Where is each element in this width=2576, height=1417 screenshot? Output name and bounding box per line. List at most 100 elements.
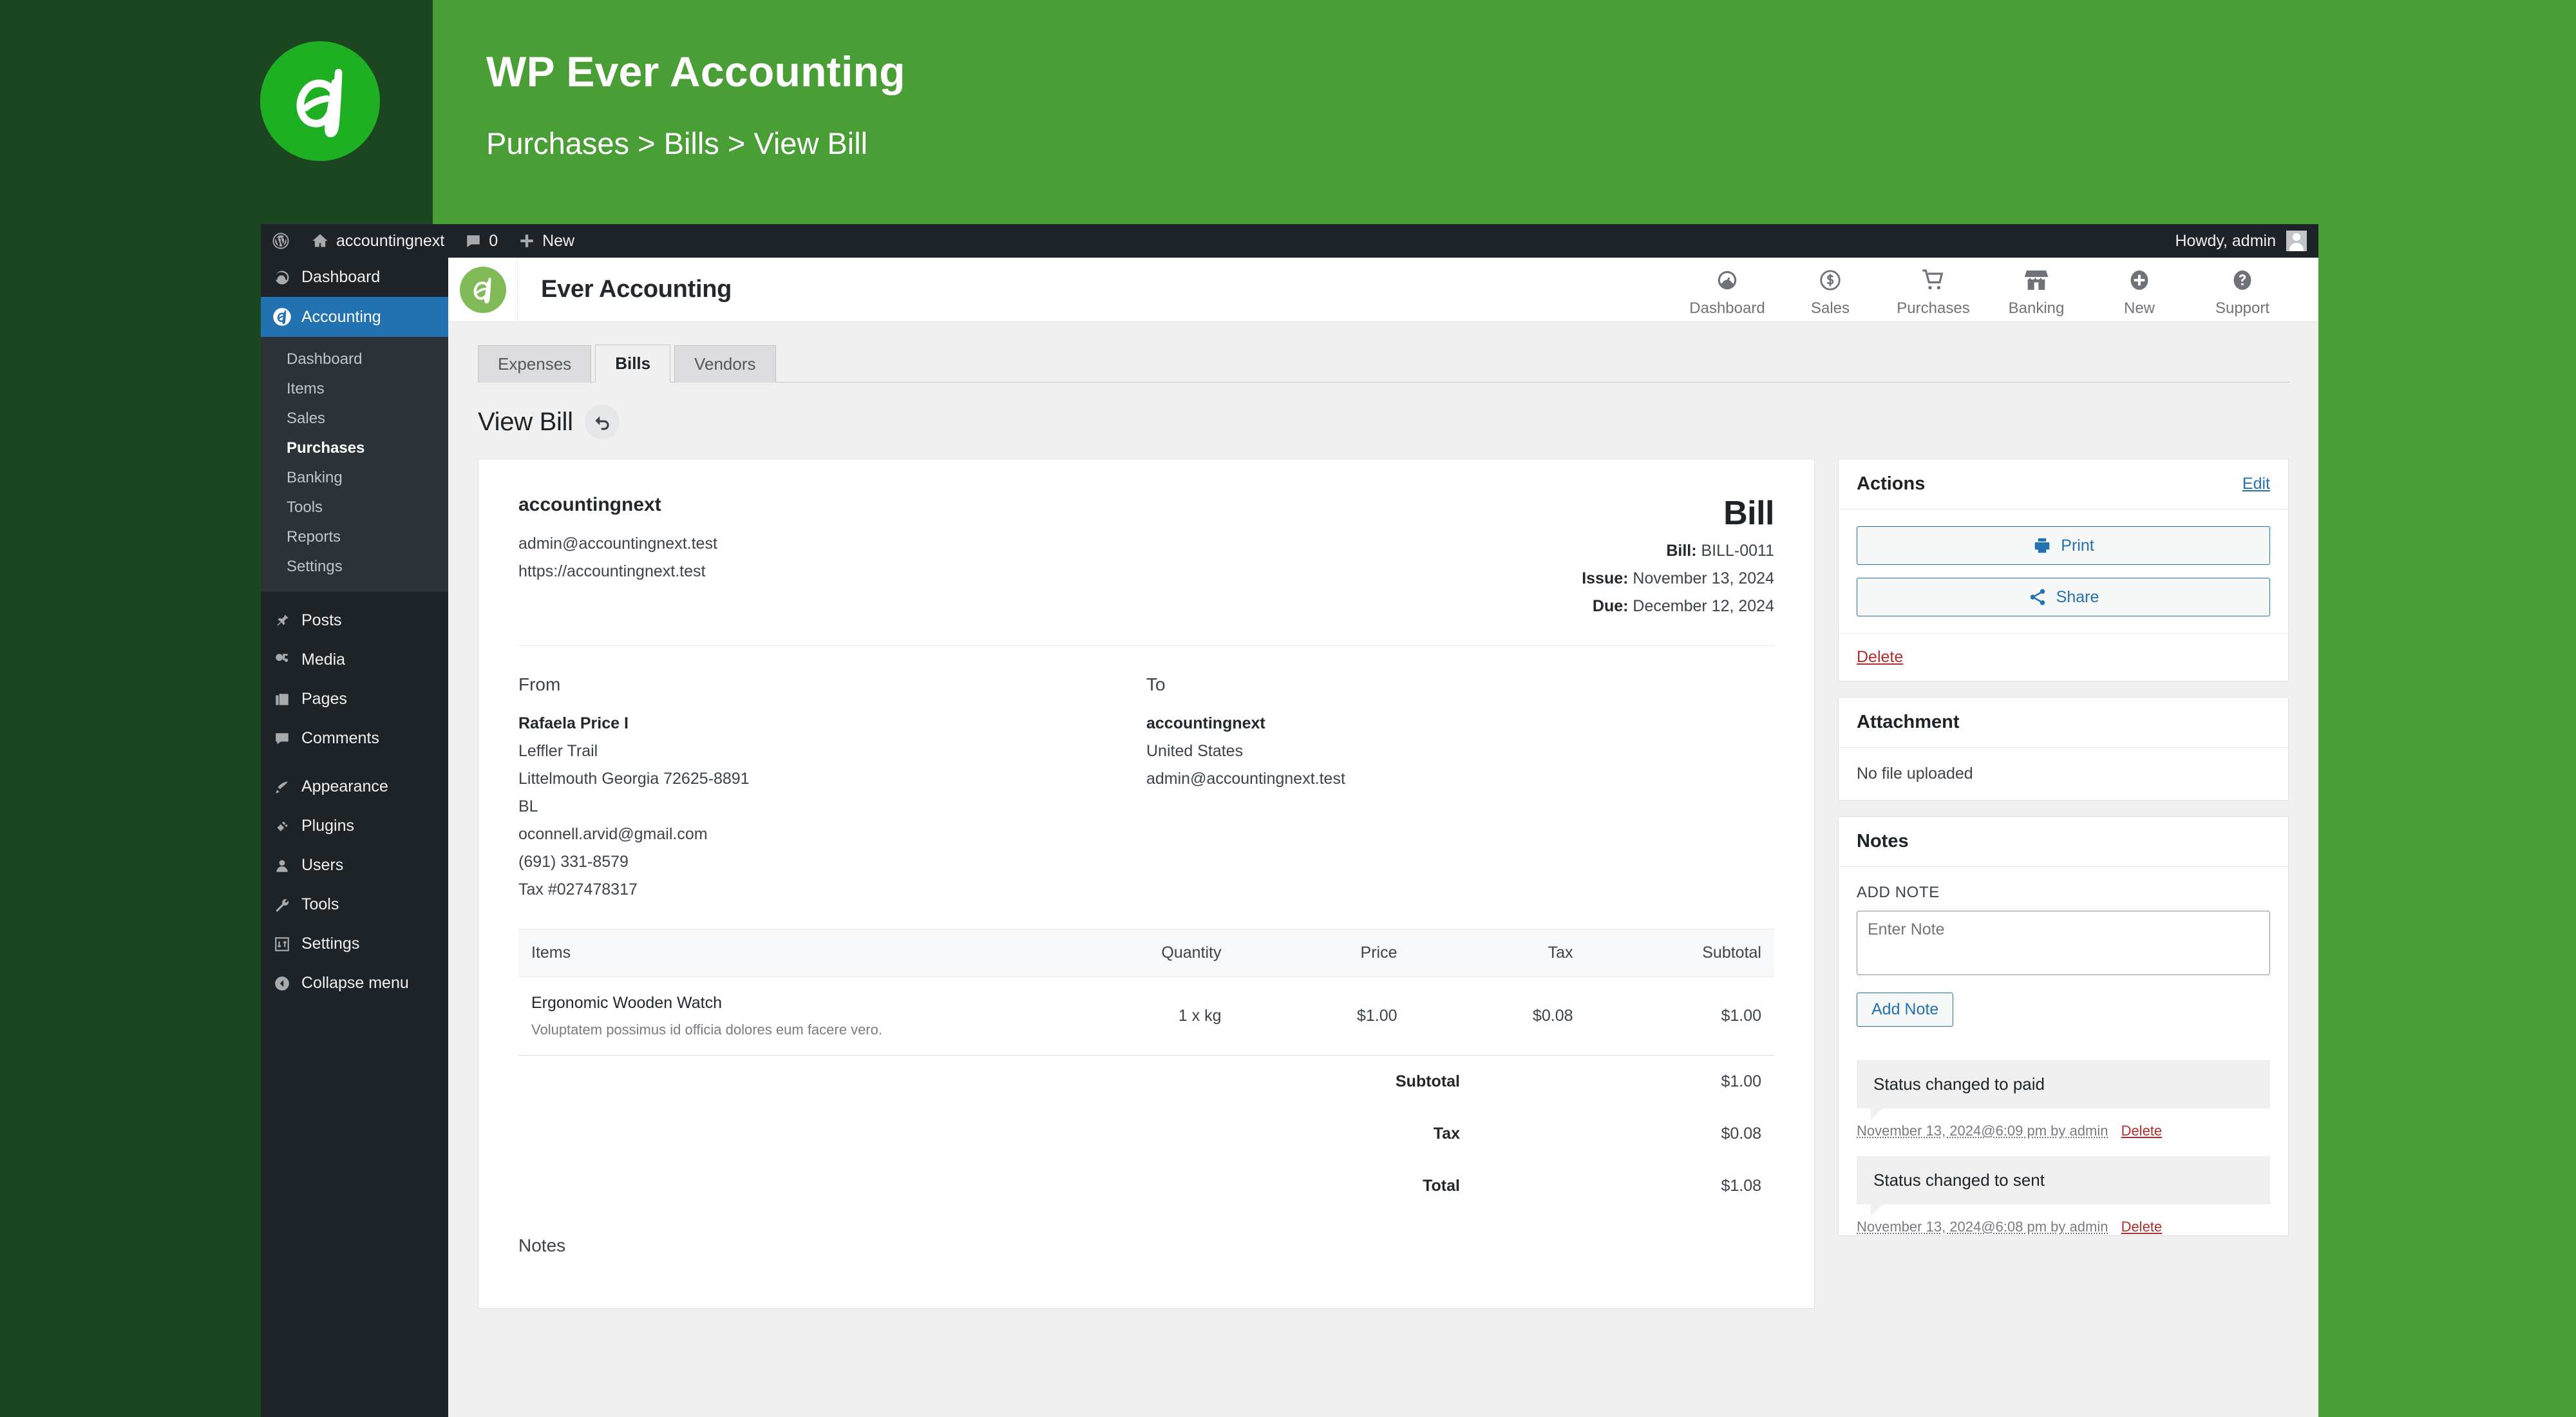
edit-link[interactable]: Edit	[2242, 475, 2270, 493]
sidebar-item-label: Media	[301, 651, 346, 669]
back-button[interactable]	[584, 404, 620, 439]
bill-org-block: accountingnext admin@accountingnext.test…	[518, 494, 717, 585]
totals-label: Subtotal	[1396, 1072, 1460, 1090]
sidebar-item-label: Pages	[301, 690, 347, 708]
sidebar-item-collapse-menu[interactable]: Collapse menu	[261, 964, 448, 1003]
sidebar-item-users[interactable]: Users	[261, 846, 448, 885]
bill-org-lines: admin@accountingnext.test https://accoun…	[518, 530, 717, 585]
ea-nav-sales[interactable]: Sales	[1779, 262, 1882, 318]
ea-nav-support[interactable]: Support	[2191, 262, 2294, 318]
share-button[interactable]: Share	[1857, 578, 2270, 616]
from-line: Littelmouth Georgia 72625-8891	[518, 770, 750, 788]
ever-accounting-icon	[272, 307, 292, 327]
note-list-item: Status changed to paid November 13, 2024…	[1839, 1060, 2288, 1139]
sidebar-item-accounting[interactable]: Accounting	[261, 297, 459, 337]
submenu-item-tools[interactable]: Tools	[261, 493, 448, 522]
ea-nav-banking[interactable]: Banking	[1985, 262, 2088, 318]
totals-row-subtotal: Subtotal $1.00	[518, 1056, 1774, 1108]
table-header: Items Quantity Price Tax Subtotal	[518, 929, 1774, 977]
col-quantity: Quantity	[1046, 929, 1235, 977]
tab-bills[interactable]: Bills	[595, 345, 671, 383]
page-title-ever-accounting: Ever Accounting	[541, 276, 732, 303]
actions-panel-header: Actions Edit	[1839, 459, 2288, 509]
wp-logo-button[interactable]	[261, 224, 301, 258]
dollar-coin-icon	[1818, 266, 1842, 294]
totals-row-total: Total $1.08	[518, 1160, 1774, 1212]
add-note-button[interactable]: Add Note	[1857, 993, 1954, 1027]
sidebar-item-label: Plugins	[301, 817, 354, 835]
sidebar-item-comments[interactable]: Comments	[261, 719, 448, 758]
note-input[interactable]	[1857, 911, 2270, 975]
howdy-account-button[interactable]: Howdy, admin	[2175, 231, 2318, 251]
sidebar-item-tools[interactable]: Tools	[261, 885, 448, 924]
submenu-item-settings[interactable]: Settings	[261, 552, 448, 582]
submenu-item-banking[interactable]: Banking	[261, 463, 448, 493]
delete-bill-link[interactable]: Delete	[1857, 648, 1903, 666]
ea-nav-label: Purchases	[1897, 299, 1970, 317]
sidebar-item-media[interactable]: Media	[261, 640, 448, 680]
sidebar-item-settings[interactable]: Settings	[261, 924, 448, 964]
bill-issue-value: November 13, 2024	[1633, 569, 1774, 587]
bill-due-line: Due: December 12, 2024	[1582, 597, 1774, 616]
ever-accounting-logo-icon	[459, 266, 506, 313]
tab-expenses[interactable]: Expenses	[478, 345, 592, 383]
to-heading: To	[1146, 674, 1166, 694]
submenu-item-items[interactable]: Items	[261, 374, 448, 404]
sidebar-separator	[261, 592, 448, 601]
note-meta: November 13, 2024@6:08 pm by admin	[1857, 1219, 2108, 1235]
from-line: Tax #027478317	[518, 880, 638, 899]
bill-items-table: Items Quantity Price Tax Subtotal Ergono…	[518, 929, 1774, 1055]
actions-panel-body: Print Share	[1839, 509, 2288, 633]
submenu-item-purchases[interactable]: Purchases	[261, 433, 448, 463]
new-content-button[interactable]: New	[508, 224, 585, 258]
totals-value: $0.08	[1721, 1125, 1761, 1143]
notes-panel: Notes ADD NOTE Add Note Status changed t…	[1838, 816, 2289, 1236]
submenu-item-reports[interactable]: Reports	[261, 522, 448, 552]
bill-org-url: https://accountingnext.test	[518, 562, 706, 580]
actions-panel-footer: Delete	[1839, 633, 2288, 681]
submenu-item-dashboard[interactable]: Dashboard	[261, 345, 448, 374]
tab-vendors[interactable]: Vendors	[674, 345, 776, 383]
submenu-item-sales[interactable]: Sales	[261, 404, 448, 433]
ea-nav-label: Banking	[2008, 299, 2065, 317]
site-name-button[interactable]: accountingnext	[301, 224, 455, 258]
note-delete-link[interactable]: Delete	[2121, 1123, 2163, 1139]
page-title: View Bill	[478, 407, 573, 436]
ea-nav-dashboard[interactable]: Dashboard	[1676, 262, 1779, 318]
bill-due-label: Due:	[1592, 597, 1629, 615]
user-icon	[272, 857, 292, 874]
sidebar-item-appearance[interactable]: Appearance	[261, 767, 448, 806]
ea-nav-label: Dashboard	[1689, 299, 1765, 317]
totals-row-tax: Tax $0.08	[518, 1108, 1774, 1160]
ea-nav-purchases[interactable]: Purchases	[1882, 262, 1985, 318]
ea-nav-label: Support	[2215, 299, 2270, 317]
sidebar-item-pages[interactable]: Pages	[261, 680, 448, 719]
note-delete-link[interactable]: Delete	[2121, 1219, 2163, 1235]
print-button[interactable]: Print	[1857, 526, 2270, 565]
sidebar-item-label: Dashboard	[301, 268, 381, 286]
sidebar-item-posts[interactable]: Posts	[261, 601, 448, 640]
bill-number-line: Bill: BILL-0011	[1582, 542, 1774, 560]
paintbrush-icon	[272, 779, 292, 795]
settings-sliders-icon	[272, 936, 292, 953]
comments-button[interactable]: 0	[455, 224, 508, 258]
sidebar-item-dashboard[interactable]: Dashboard	[261, 258, 448, 297]
totals-label: Tax	[1433, 1125, 1460, 1143]
comments-count: 0	[489, 231, 498, 250]
ea-nav-new[interactable]: New	[2088, 262, 2191, 318]
ever-accounting-nav: Dashboard Sales Purchases Banking New Su…	[1676, 262, 2294, 318]
new-label: New	[542, 231, 575, 250]
tabs-row: Expenses Bills Vendors	[448, 322, 2318, 383]
to-block: To accountingnext United States admin@ac…	[1146, 674, 1774, 899]
sidebar-separator	[261, 758, 448, 767]
col-price: Price	[1234, 929, 1410, 977]
bill-layout: accountingnext admin@accountingnext.test…	[448, 439, 2318, 1309]
table-body: Ergonomic Wooden Watch Voluptatem possim…	[518, 977, 1774, 1056]
notes-panel-header: Notes	[1839, 817, 2288, 867]
sidebar-item-plugins[interactable]: Plugins	[261, 806, 448, 846]
accounting-submenu: Dashboard Items Sales Purchases Banking …	[261, 337, 448, 592]
col-items: Items	[518, 929, 1046, 977]
comment-bubble-icon	[467, 235, 480, 247]
printer-icon	[2035, 538, 2050, 553]
item-description: Voluptatem possimus id officia dolores e…	[531, 1022, 882, 1038]
